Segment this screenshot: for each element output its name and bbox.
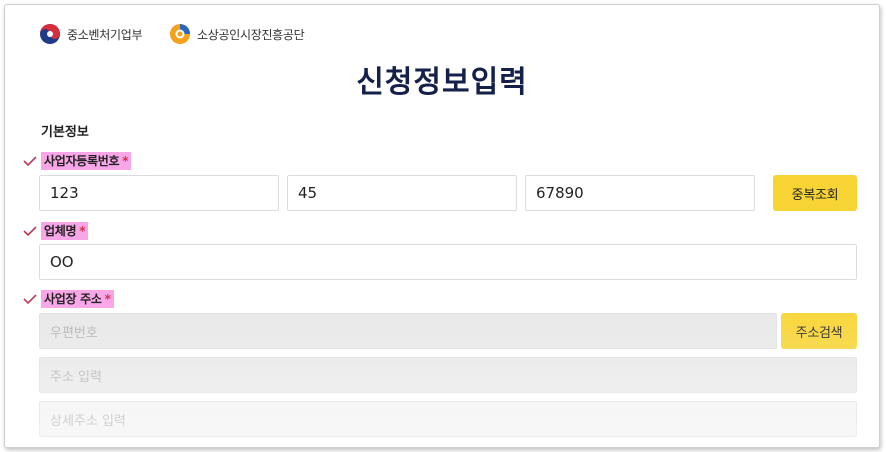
address-input[interactable]: 주소 입력 bbox=[39, 357, 857, 393]
company-name-label-row: 업체명 * bbox=[23, 221, 89, 241]
business-number-part2-input[interactable]: 45 bbox=[287, 175, 517, 211]
business-number-part1-input[interactable]: 123 bbox=[39, 175, 279, 211]
zip-code-input[interactable]: 우편번호 bbox=[39, 313, 777, 349]
address-search-button[interactable]: 주소검색 bbox=[781, 313, 857, 349]
checkmark-icon bbox=[23, 226, 37, 237]
mss-logo-text: 중소벤처기업부 bbox=[67, 27, 143, 42]
required-mark: * bbox=[104, 292, 111, 306]
business-number-label-row: 사업자등록번호 * bbox=[23, 151, 132, 171]
checkmark-icon bbox=[23, 156, 37, 167]
duplicate-check-button[interactable]: 중복조회 bbox=[773, 175, 857, 211]
company-name-input[interactable]: OO bbox=[39, 244, 857, 280]
semas-logo: 소상공인시장진흥공단 bbox=[169, 21, 305, 47]
address-label-row: 사업장 주소 * bbox=[23, 289, 114, 309]
checkmark-icon bbox=[23, 294, 37, 305]
address-label: 사업장 주소 * bbox=[41, 290, 114, 308]
business-number-part3-input[interactable]: 67890 bbox=[525, 175, 755, 211]
section-title: 기본정보 bbox=[41, 125, 89, 140]
mss-logo: 중소벤처기업부 bbox=[39, 21, 142, 47]
required-mark: * bbox=[122, 154, 129, 168]
detail-address-input[interactable]: 상세주소 입력 bbox=[39, 401, 857, 437]
application-form-window: 중소벤처기업부 소상공인시장진흥공단 신청정보입력 기본정보 사업자등록번호 * … bbox=[4, 4, 880, 448]
semas-emblem-icon bbox=[170, 24, 190, 44]
page-title: 신청정보입력 bbox=[356, 65, 528, 100]
taegeuk-icon bbox=[40, 24, 60, 44]
business-number-label: 사업자등록번호 * bbox=[41, 152, 132, 170]
semas-logo-text: 소상공인시장진흥공단 bbox=[197, 27, 305, 42]
company-name-label: 업체명 * bbox=[41, 222, 89, 240]
required-mark: * bbox=[79, 224, 86, 238]
